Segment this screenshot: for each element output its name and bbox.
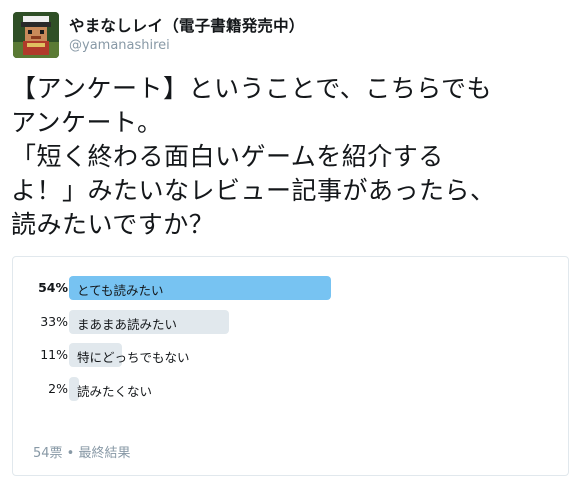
author-name[interactable]: やまなしレイ（電子書籍発売中） xyxy=(69,14,305,36)
poll-option-percent: 2% xyxy=(48,381,68,396)
poll-option: 11% 特にどっちでもない xyxy=(13,343,568,367)
avatar-pixel-character-icon xyxy=(13,12,59,58)
poll-option-label: まあまあ読みたい xyxy=(77,317,178,332)
poll-option-percent: 33% xyxy=(40,314,68,329)
tweet-card: やまなしレイ（電子書籍発売中） @yamanashirei 【アンケート】という… xyxy=(0,0,578,483)
tweet-text: 【アンケート】ということで、こちらでも アンケート。 「短く終わる面白いゲームを… xyxy=(11,74,496,239)
poll-option-label: 特にどっちでもない xyxy=(77,350,190,365)
avatar[interactable] xyxy=(13,12,59,58)
poll-option-percent: 54% xyxy=(38,280,68,295)
poll-option-percent: 11% xyxy=(40,347,68,362)
poll-card: 54% とても読みたい 33% まあまあ読みたい 11% 特にどっちでもない 2… xyxy=(12,256,569,476)
poll-option-label: とても読みたい xyxy=(77,283,164,298)
poll-option: 2% 読みたくない xyxy=(13,377,568,401)
poll-option-label: 読みたくない xyxy=(77,384,153,399)
author-handle[interactable]: @yamanashirei xyxy=(69,38,170,53)
poll-footer: 54票 • 最終結果 xyxy=(33,446,131,461)
poll-option: 33% まあまあ読みたい xyxy=(13,310,568,334)
poll-option: 54% とても読みたい xyxy=(13,276,568,300)
